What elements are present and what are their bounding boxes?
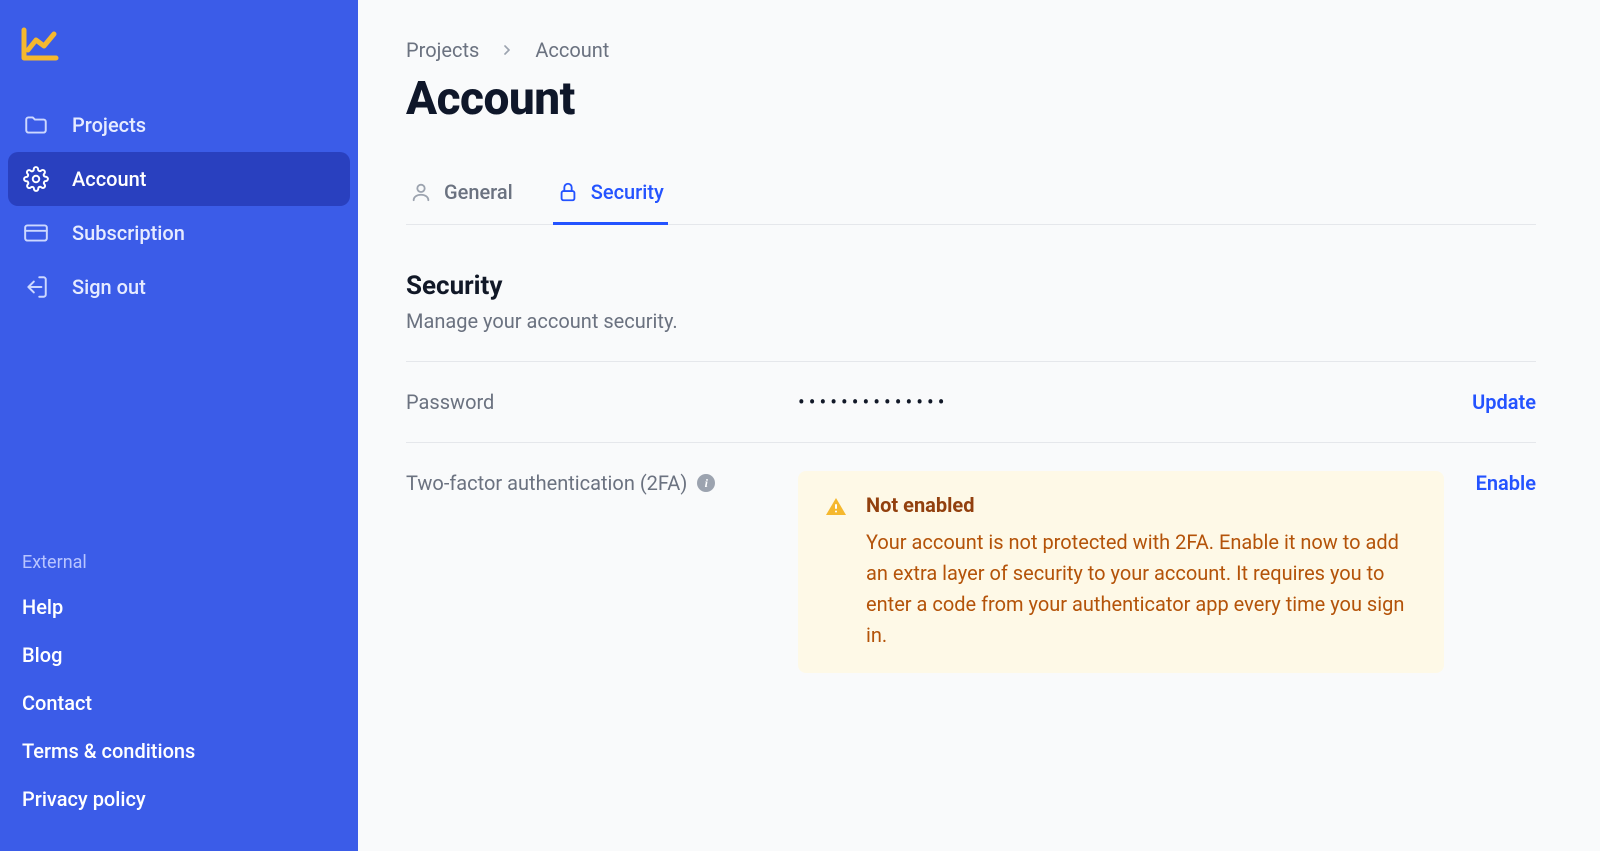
sidebar-item-account[interactable]: Account — [8, 152, 350, 206]
external-link-help[interactable]: Help — [8, 583, 350, 631]
folder-icon — [22, 112, 50, 138]
sidebar-item-projects[interactable]: Projects — [8, 98, 350, 152]
password-masked: •••••••••••••• — [798, 390, 1440, 414]
sidebar-nav: Projects Account Subscription Sign out — [8, 98, 350, 314]
info-icon[interactable]: i — [697, 474, 715, 492]
external-links: Help Blog Contact Terms & conditions Pri… — [8, 583, 350, 823]
logo — [20, 26, 60, 62]
breadcrumb: Projects Account — [406, 38, 1536, 62]
external-link-contact[interactable]: Contact — [8, 679, 350, 727]
twofa-alert: Not enabled Your account is not protecte… — [798, 471, 1444, 673]
enable-2fa-button[interactable]: Enable — [1476, 471, 1536, 495]
main: Projects Account Account General Securit… — [358, 0, 1600, 851]
breadcrumb-item[interactable]: Projects — [406, 38, 479, 62]
setting-row-password: Password •••••••••••••• Update — [406, 361, 1536, 442]
breadcrumb-item[interactable]: Account — [535, 38, 609, 62]
setting-row-2fa: Two-factor authentication (2FA) i Not en… — [406, 442, 1536, 701]
external-link-terms[interactable]: Terms & conditions — [8, 727, 350, 775]
tab-general[interactable]: General — [406, 170, 517, 225]
credit-card-icon — [22, 220, 50, 246]
sidebar-item-label: Projects — [72, 113, 146, 137]
sidebar-item-subscription[interactable]: Subscription — [8, 206, 350, 260]
tab-security[interactable]: Security — [553, 170, 668, 225]
update-password-button[interactable]: Update — [1472, 390, 1536, 414]
tabs: General Security — [406, 170, 1536, 225]
setting-label: Password — [406, 390, 766, 414]
external-link-privacy[interactable]: Privacy policy — [8, 775, 350, 823]
external-heading: External — [8, 544, 350, 583]
alert-text: Your account is not protected with 2FA. … — [866, 527, 1418, 651]
page-title: Account — [406, 72, 1536, 126]
external-link-blog[interactable]: Blog — [8, 631, 350, 679]
signout-icon — [22, 274, 50, 300]
gear-icon — [22, 166, 50, 192]
sidebar-item-label: Subscription — [72, 221, 185, 245]
warning-icon — [824, 495, 848, 651]
chevron-right-icon — [499, 42, 515, 58]
sidebar: Projects Account Subscription Sign out E… — [0, 0, 358, 851]
section-title: Security — [406, 271, 1536, 301]
lock-icon — [557, 181, 579, 203]
section-subtitle: Manage your account security. — [406, 309, 1536, 333]
user-icon — [410, 181, 432, 203]
sidebar-item-signout[interactable]: Sign out — [8, 260, 350, 314]
tab-label: Security — [591, 180, 664, 204]
setting-label: Two-factor authentication (2FA) i — [406, 471, 766, 495]
sidebar-item-label: Account — [72, 167, 146, 191]
alert-title: Not enabled — [866, 493, 1418, 517]
sidebar-item-label: Sign out — [72, 275, 146, 299]
tab-label: General — [444, 180, 513, 204]
